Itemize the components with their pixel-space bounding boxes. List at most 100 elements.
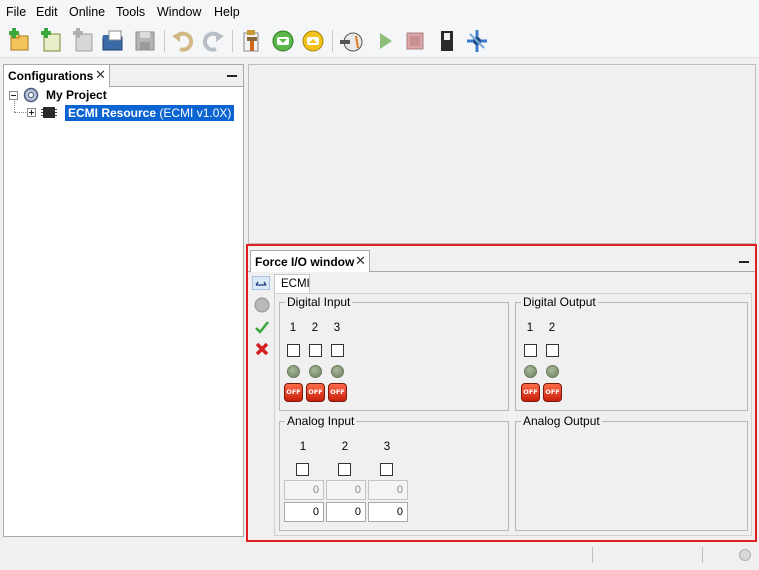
tree-expand-toggle[interactable] xyxy=(27,108,36,117)
tab-ecmi-label: ECMI xyxy=(281,278,310,290)
current-value-field: 0 xyxy=(284,480,324,500)
plug-icon xyxy=(340,32,363,52)
channel-number: 1 xyxy=(289,322,297,334)
channel-number: 1 xyxy=(526,322,534,334)
upload-button[interactable] xyxy=(300,28,326,54)
configurations-panel: Configurations ✕ My Project ECMI Resourc… xyxy=(3,64,244,537)
gear-icon xyxy=(23,87,39,103)
close-icon[interactable]: ✕ xyxy=(355,253,366,269)
menu-window[interactable]: Window xyxy=(157,5,201,19)
tab-ecmi[interactable]: ECMI xyxy=(274,274,310,294)
force-checkbox[interactable] xyxy=(331,344,344,357)
run-button[interactable] xyxy=(372,28,398,54)
switch-icon xyxy=(441,31,453,51)
tab-configurations[interactable]: Configurations ✕ xyxy=(4,65,110,87)
disabled-circle-icon[interactable] xyxy=(254,297,270,313)
status-led xyxy=(546,365,559,378)
channel-number: 3 xyxy=(383,441,391,453)
off-button[interactable]: OFF xyxy=(543,383,562,402)
red-x-icon[interactable] xyxy=(254,341,270,357)
digital-input-group: Digital Input 1 2 3 OFF OFF OFF xyxy=(279,295,509,411)
play-icon xyxy=(380,33,392,49)
digital-output-title: Digital Output xyxy=(521,295,598,309)
off-button[interactable]: OFF xyxy=(306,383,325,402)
digital-input-title: Digital Input xyxy=(285,295,353,309)
toolbar xyxy=(0,24,759,58)
tab-configurations-label: Configurations xyxy=(8,69,94,83)
analog-input-group: Analog Input 1 2 3 0 0 0 0 0 0 xyxy=(279,414,509,531)
redo-icon xyxy=(202,31,224,52)
menu-help[interactable]: Help xyxy=(214,5,240,19)
close-icon[interactable]: ✕ xyxy=(95,67,106,83)
current-value-field: 0 xyxy=(326,480,366,500)
force-checkbox[interactable] xyxy=(380,463,393,476)
menu-online[interactable]: Online xyxy=(69,5,105,19)
menu-file[interactable]: File xyxy=(6,5,26,19)
tree-collapse-toggle[interactable] xyxy=(9,91,18,100)
configurations-tabstrip: Configurations ✕ xyxy=(4,65,243,87)
resource-version: (ECMI v1.0X) xyxy=(159,106,232,120)
new-project-button[interactable] xyxy=(6,28,32,54)
build-icon xyxy=(243,30,259,52)
channel-number: 1 xyxy=(299,441,307,453)
new-project-icon xyxy=(9,28,29,51)
redo-button[interactable] xyxy=(200,28,226,54)
stop-icon xyxy=(406,32,424,50)
save-icon xyxy=(135,31,155,51)
force-checkbox[interactable] xyxy=(338,463,351,476)
refresh-link-icon[interactable] xyxy=(252,276,270,290)
off-button[interactable]: OFF xyxy=(521,383,540,402)
force-checkbox[interactable] xyxy=(309,344,322,357)
status-led xyxy=(331,365,344,378)
build-button[interactable] xyxy=(238,28,264,54)
force-io-tabstrip: Force I/O window ✕ xyxy=(248,250,755,272)
new-resource-button[interactable] xyxy=(38,28,64,54)
debug-icon xyxy=(467,30,487,52)
channel-number: 2 xyxy=(311,322,319,334)
arrow-up-circle-icon xyxy=(302,30,324,52)
minimize-icon[interactable] xyxy=(227,75,237,77)
resource-name: ECMI Resource xyxy=(68,106,157,120)
force-checkbox[interactable] xyxy=(287,344,300,357)
force-checkbox[interactable] xyxy=(524,344,537,357)
status-indicator-icon xyxy=(739,549,751,561)
menu-bar: File Edit Online Tools Window Help xyxy=(0,0,759,24)
arrow-down-circle-icon xyxy=(272,30,294,52)
editor-area xyxy=(248,64,756,244)
stop-button[interactable] xyxy=(402,28,428,54)
new-resource-icon xyxy=(41,28,61,52)
undo-icon xyxy=(172,31,194,52)
add-item-icon xyxy=(73,28,93,52)
tree-item-resource[interactable]: ECMI Resource (ECMI v1.0X) xyxy=(65,105,235,121)
save-button[interactable] xyxy=(132,28,158,54)
minimize-icon[interactable] xyxy=(739,261,749,263)
analog-output-title: Analog Output xyxy=(521,414,602,428)
force-io-window: Force I/O window ✕ ECMI Digital Input 1 … xyxy=(246,244,757,542)
toggle-switch-button[interactable] xyxy=(434,28,460,54)
force-value-input[interactable]: 0 xyxy=(368,502,408,522)
tree-item-project[interactable]: My Project xyxy=(46,88,107,102)
add-item-button[interactable] xyxy=(70,28,96,54)
menu-tools[interactable]: Tools xyxy=(116,5,145,19)
menu-edit[interactable]: Edit xyxy=(36,5,58,19)
status-led xyxy=(287,365,300,378)
off-button[interactable]: OFF xyxy=(284,383,303,402)
debug-button[interactable] xyxy=(464,28,490,54)
analog-output-group: Analog Output xyxy=(515,414,748,531)
force-checkbox[interactable] xyxy=(296,463,309,476)
open-button[interactable] xyxy=(100,28,126,54)
force-checkbox[interactable] xyxy=(546,344,559,357)
off-button[interactable]: OFF xyxy=(328,383,347,402)
force-value-input[interactable]: 0 xyxy=(284,502,324,522)
folder-open-icon xyxy=(102,30,123,51)
digital-output-group: Digital Output 1 2 OFF OFF xyxy=(515,295,748,411)
online-button[interactable] xyxy=(338,28,364,54)
status-led xyxy=(309,365,322,378)
status-bar xyxy=(0,543,759,570)
tab-force-io[interactable]: Force I/O window ✕ xyxy=(250,250,370,272)
download-button[interactable] xyxy=(270,28,296,54)
force-value-input[interactable]: 0 xyxy=(326,502,366,522)
undo-button[interactable] xyxy=(170,28,196,54)
status-led xyxy=(524,365,537,378)
checkmark-icon[interactable] xyxy=(254,319,270,335)
